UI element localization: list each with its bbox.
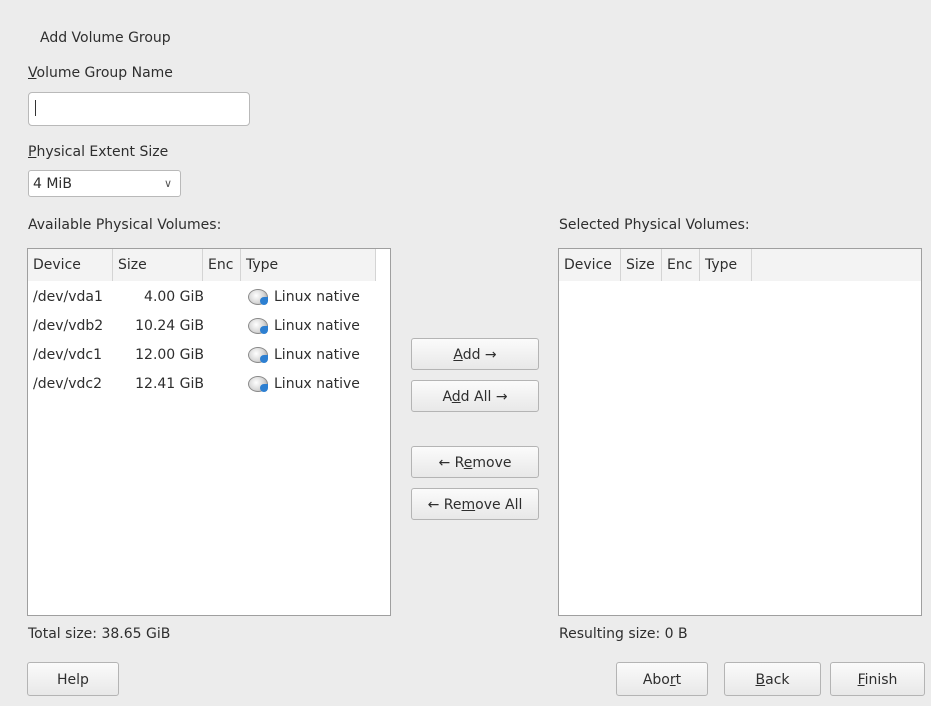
column-header-type[interactable]: Type	[700, 249, 752, 281]
table-row[interactable]: /dev/vda1 4.00 GiB Linux native	[28, 283, 390, 312]
column-header-size[interactable]: Size	[113, 249, 203, 281]
total-size-text: Total size: 38.65 GiB	[28, 626, 171, 642]
chevron-down-icon: ∨	[163, 177, 172, 190]
table-row[interactable]: /dev/vdc1 12.00 GiB Linux native	[28, 341, 390, 370]
column-header-device[interactable]: Device	[559, 249, 621, 281]
extent-size-label: Physical Extent Size	[28, 144, 169, 160]
add-all-button[interactable]: Add All →	[411, 380, 539, 412]
vg-name-label: Volume Group Name	[28, 65, 173, 81]
add-button[interactable]: Add →	[411, 338, 539, 370]
column-header-size[interactable]: Size	[621, 249, 662, 281]
available-pv-label: Available Physical Volumes:	[28, 217, 222, 233]
available-pv-table[interactable]: Device Size Enc Type /dev/vda1 4.00 GiB …	[27, 248, 391, 616]
back-button[interactable]: Back	[724, 662, 821, 696]
resulting-size-text: Resulting size: 0 B	[559, 626, 688, 642]
disk-icon	[248, 318, 268, 334]
disk-icon	[248, 347, 268, 363]
selected-pv-table[interactable]: Device Size Enc Type	[558, 248, 922, 616]
abort-button[interactable]: Abort	[616, 662, 708, 696]
column-header-type[interactable]: Type	[241, 249, 376, 281]
table-row[interactable]: /dev/vdb2 10.24 GiB Linux native	[28, 312, 390, 341]
help-button[interactable]: Help	[27, 662, 119, 696]
column-header-enc[interactable]: Enc	[662, 249, 700, 281]
column-header-enc[interactable]: Enc	[203, 249, 241, 281]
table-row[interactable]: /dev/vdc2 12.41 GiB Linux native	[28, 370, 390, 399]
selected-pv-label: Selected Physical Volumes:	[559, 217, 750, 233]
dialog-title: Add Volume Group	[40, 30, 171, 46]
remove-button[interactable]: ← Remove	[411, 446, 539, 478]
vg-name-input[interactable]	[28, 92, 250, 126]
disk-icon	[248, 376, 268, 392]
finish-button[interactable]: Finish	[830, 662, 925, 696]
table-header: Device Size Enc Type	[28, 249, 376, 281]
text-caret	[35, 100, 36, 116]
remove-all-button[interactable]: ← Remove All	[411, 488, 539, 520]
disk-icon	[248, 289, 268, 305]
table-header: Device Size Enc Type	[559, 249, 921, 281]
column-header-device[interactable]: Device	[28, 249, 113, 281]
extent-size-select[interactable]: 4 MiB ∨	[28, 170, 181, 197]
